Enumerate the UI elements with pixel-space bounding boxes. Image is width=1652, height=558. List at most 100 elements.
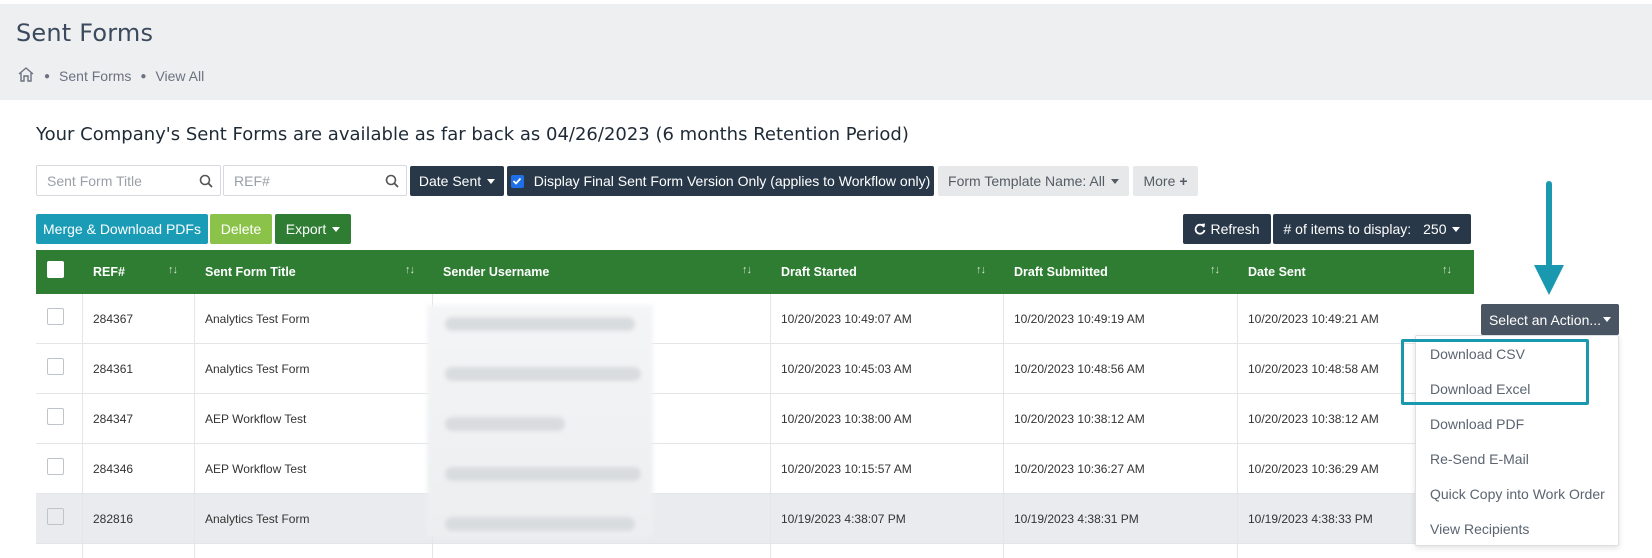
cell-date-sent: 10/19/2023 4:38:33 PM — [1248, 512, 1373, 526]
breadcrumb-separator: ● — [44, 70, 51, 82]
column-header-draft-submitted[interactable]: Draft Submitted — [1014, 250, 1108, 294]
column-header-sender[interactable]: Sender Username — [443, 250, 549, 294]
cell-draft-started: 10/20/2023 10:15:57 AM — [781, 462, 912, 476]
caret-down-icon — [332, 226, 341, 232]
breadcrumb-view-all: View All — [155, 68, 205, 84]
sort-icon[interactable]: ↑↓ — [976, 264, 986, 276]
refresh-button[interactable]: Refresh — [1183, 214, 1271, 244]
ref-search-box — [223, 165, 407, 196]
checkbox-checked-icon[interactable] — [510, 174, 524, 188]
cell-ref: 284367 — [93, 312, 134, 326]
home-icon[interactable] — [17, 66, 35, 86]
delete-button[interactable]: Delete — [210, 214, 272, 244]
sort-icon[interactable]: ↑↓ — [1442, 264, 1452, 276]
row-checkbox[interactable] — [47, 358, 64, 375]
cell-draft-submitted: 10/20/2023 10:36:27 AM — [1014, 462, 1145, 476]
cell-draft-submitted: 10/19/2023 4:38:31 PM — [1014, 512, 1139, 526]
cell-date-sent: 10/20/2023 10:49:21 AM — [1248, 312, 1379, 326]
plus-icon: + — [1179, 173, 1188, 189]
table-row[interactable]: 282816 Analytics Test Form 10/19/2023 4:… — [36, 494, 1474, 544]
cell-title[interactable]: Analytics Test Form — [205, 294, 309, 344]
sort-icon[interactable]: ↑↓ — [742, 264, 752, 276]
breadcrumb: ● Sent Forms ● View All — [17, 66, 204, 86]
table-row[interactable]: 284347 AEP Workflow Test 10/20/2023 10:3… — [36, 394, 1474, 444]
ref-search-input[interactable] — [224, 166, 406, 195]
menu-item-resend-email[interactable]: Re-Send E-Mail — [1430, 451, 1529, 467]
cell-date-sent: 10/20/2023 10:36:29 AM — [1248, 462, 1379, 476]
final-version-label: Display Final Sent Form Version Only (ap… — [533, 173, 931, 189]
redacted-sender-column — [427, 305, 653, 537]
more-label: More — [1143, 173, 1176, 189]
sort-icon[interactable]: ↑↓ — [405, 264, 415, 276]
items-per-page-label: # of items to display: — [1283, 221, 1412, 237]
cell-draft-started: 10/20/2023 10:38:00 AM — [781, 412, 912, 426]
row-checkbox[interactable] — [47, 508, 64, 525]
cell-title[interactable]: AEP Workflow Test — [205, 444, 306, 494]
annotation-highlight-box — [1401, 339, 1589, 405]
title-search-box — [36, 165, 221, 196]
page-title: Sent Forms — [16, 19, 154, 47]
more-filters-button[interactable]: More + — [1133, 166, 1198, 196]
caret-down-icon — [1110, 178, 1119, 184]
table-row[interactable]: 284361 Analytics Test Form 10/20/2023 10… — [36, 344, 1474, 394]
row-checkbox[interactable] — [47, 308, 64, 325]
table-row[interactable]: 284367 Analytics Test Form 10/20/2023 10… — [36, 294, 1474, 344]
export-dropdown[interactable]: Export — [275, 214, 351, 244]
template-filter-label: Form Template Name: All — [948, 173, 1105, 189]
breadcrumb-separator: ● — [140, 70, 147, 82]
cell-draft-started: 10/19/2023 4:38:07 PM — [781, 512, 906, 526]
select-action-label: Select an Action... — [1488, 311, 1602, 328]
cell-draft-submitted: 10/20/2023 10:48:56 AM — [1014, 362, 1145, 376]
cell-draft-submitted: 10/20/2023 10:38:12 AM — [1014, 412, 1145, 426]
retention-notice: Your Company's Sent Forms are available … — [36, 124, 909, 145]
annotation-arrow — [1546, 181, 1552, 267]
cell-draft-submitted: 10/20/2023 10:49:19 AM — [1014, 312, 1145, 326]
column-header-ref[interactable]: REF# — [93, 250, 125, 294]
menu-item-download-pdf[interactable]: Download PDF — [1430, 416, 1524, 432]
sort-icon[interactable]: ↑↓ — [1210, 264, 1220, 276]
refresh-icon — [1195, 223, 1206, 235]
cell-title[interactable]: Analytics Test Form — [205, 494, 309, 544]
title-search-input[interactable] — [37, 166, 220, 195]
refresh-label: Refresh — [1210, 221, 1260, 237]
cell-date-sent: 10/20/2023 10:48:58 AM — [1248, 362, 1379, 376]
cell-ref: 284361 — [93, 362, 134, 376]
sort-icon[interactable]: ↑↓ — [168, 264, 178, 276]
export-label: Export — [285, 221, 327, 237]
cell-date-sent: 10/20/2023 10:38:12 AM — [1248, 412, 1379, 426]
column-header-date-sent[interactable]: Date Sent — [1248, 250, 1306, 294]
table-row-partial — [36, 544, 1474, 558]
menu-item-view-recipients[interactable]: View Recipients — [1430, 521, 1529, 537]
merge-download-button[interactable]: Merge & Download PDFs — [36, 214, 208, 244]
menu-item-quick-copy[interactable]: Quick Copy into Work Order — [1430, 486, 1605, 502]
cell-ref: 284347 — [93, 412, 134, 426]
table-row[interactable]: 284346 AEP Workflow Test 10/20/2023 10:1… — [36, 444, 1474, 494]
column-header-draft-started[interactable]: Draft Started — [781, 250, 857, 294]
select-action-dropdown[interactable]: Select an Action... — [1481, 304, 1619, 335]
page-header: Sent Forms ● Sent Forms ● View All — [0, 4, 1652, 100]
column-header-title[interactable]: Sent Form Title — [205, 250, 296, 294]
caret-down-icon — [1603, 317, 1612, 322]
cell-title[interactable]: Analytics Test Form — [205, 344, 309, 394]
caret-down-icon — [1452, 226, 1461, 232]
items-per-page-dropdown[interactable]: # of items to display: 250 — [1273, 214, 1471, 244]
date-sent-dropdown[interactable]: Date Sent — [410, 166, 504, 196]
cell-title[interactable]: AEP Workflow Test — [205, 394, 306, 444]
search-icon[interactable] — [199, 174, 213, 188]
cell-ref: 282816 — [93, 512, 134, 526]
annotation-arrow-head — [1534, 265, 1564, 295]
select-all-checkbox[interactable] — [47, 261, 64, 278]
caret-down-icon — [487, 178, 496, 184]
template-filter-dropdown[interactable]: Form Template Name: All — [938, 166, 1129, 196]
cell-draft-started: 10/20/2023 10:45:03 AM — [781, 362, 912, 376]
search-icon[interactable] — [385, 174, 399, 188]
final-version-toggle[interactable]: Display Final Sent Form Version Only (ap… — [507, 166, 934, 196]
date-sent-label: Date Sent — [418, 173, 482, 189]
table-header: REF# ↑↓ Sent Form Title ↑↓ Sender Userna… — [36, 250, 1474, 294]
row-checkbox[interactable] — [47, 408, 64, 425]
cell-draft-started: 10/20/2023 10:49:07 AM — [781, 312, 912, 326]
items-per-page-value: 250 — [1423, 221, 1447, 237]
breadcrumb-sent-forms[interactable]: Sent Forms — [59, 68, 131, 84]
row-checkbox[interactable] — [47, 458, 64, 475]
cell-ref: 284346 — [93, 462, 134, 476]
